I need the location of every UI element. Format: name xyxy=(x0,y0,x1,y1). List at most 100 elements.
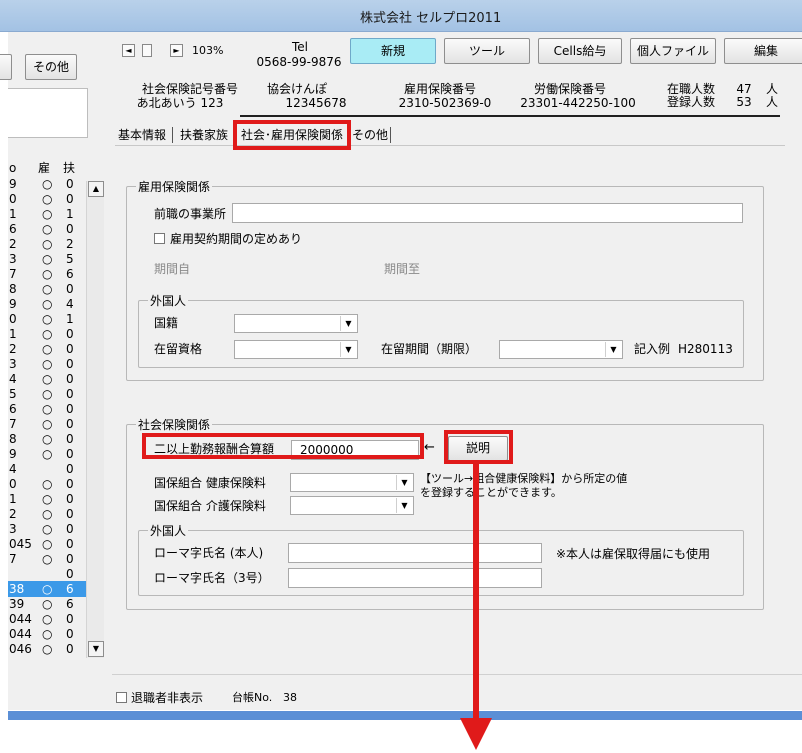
list-scrollbar[interactable]: ▲ ▼ xyxy=(86,181,104,658)
nav-next-button[interactable]: ► xyxy=(170,44,183,57)
care-union-select[interactable]: ▼ xyxy=(290,496,414,515)
dropdown-arrow-icon[interactable]: ▼ xyxy=(340,316,356,331)
list-item-dependents: 0 xyxy=(66,222,74,236)
list-item[interactable]: 1 ○ 0 xyxy=(8,326,88,342)
list-item[interactable]: 3 ○ 0 xyxy=(8,521,88,537)
list-item-employment: ○ xyxy=(42,612,53,626)
registered-count-value: 53 xyxy=(736,95,752,109)
list-item[interactable]: 045 ○ 0 xyxy=(8,536,88,552)
list-item[interactable]: 3 ○ 0 xyxy=(8,356,88,372)
list-item[interactable]: 2 ○ 0 xyxy=(8,341,88,357)
list-item-employment: ○ xyxy=(42,627,53,641)
list-item[interactable]: 6 ○ 0 xyxy=(8,401,88,417)
list-item[interactable]: 9 ○ 0 xyxy=(8,176,88,192)
contract-period-checkbox[interactable] xyxy=(154,233,165,244)
retired-hide-checkbox[interactable] xyxy=(116,692,127,703)
dropdown-arrow-icon[interactable]: ▼ xyxy=(605,342,621,357)
list-item[interactable]: 2 ○ 2 xyxy=(8,236,88,252)
dropdown-arrow-icon[interactable]: ▼ xyxy=(396,498,412,513)
list-item[interactable]: 7 ○ 0 xyxy=(8,551,88,567)
list-item[interactable]: 40 xyxy=(8,461,88,477)
list-item[interactable]: 2 ○ 0 xyxy=(8,506,88,522)
contract-period-label: 雇用契約期間の定めあり xyxy=(170,232,303,246)
stay-period-select[interactable]: ▼ xyxy=(499,340,623,359)
previous-employer-label: 前職の事業所 xyxy=(154,207,227,221)
employment-foreigner-title: 外国人 xyxy=(148,292,189,309)
other-button[interactable]: その他 xyxy=(25,54,77,80)
health-union-select[interactable]: ▼ xyxy=(290,473,414,492)
list-item-no: 0 xyxy=(9,312,17,326)
list-item[interactable]: 7 ○ 0 xyxy=(8,416,88,432)
list-item-dependents: 6 xyxy=(66,582,74,596)
list-item-dependents: 4 xyxy=(66,297,74,311)
list-item[interactable]: 8 ○ 0 xyxy=(8,431,88,447)
list-item-dependents: 0 xyxy=(66,357,74,371)
list-item[interactable]: 7 ○ 6 xyxy=(8,266,88,282)
list-item[interactable]: 8 ○ 0 xyxy=(8,281,88,297)
list-item-dependents: 0 xyxy=(66,402,74,416)
nav-middle-button[interactable] xyxy=(142,44,152,57)
list-item[interactable]: 5 ○ 0 xyxy=(8,386,88,402)
list-item[interactable]: 0 ○ 1 xyxy=(8,311,88,327)
list-item[interactable]: 1 ○ 1 xyxy=(8,206,88,222)
list-item[interactable]: 0 xyxy=(8,566,88,582)
list-item-employment: ○ xyxy=(42,177,53,191)
list-item-employment: ○ xyxy=(42,372,53,386)
new-button[interactable]: 新規 xyxy=(350,38,436,64)
roman-name-input[interactable] xyxy=(288,543,542,563)
list-item-employment: ○ xyxy=(42,192,53,206)
list-item-employment: ○ xyxy=(42,642,53,656)
tab-basic-info[interactable]: 基本情報 xyxy=(118,127,166,143)
list-item[interactable]: 38 ○ 6 xyxy=(8,581,88,597)
list-item-employment: ○ xyxy=(42,237,53,251)
list-item[interactable]: 044 ○ 0 xyxy=(8,611,88,627)
edit-button[interactable]: 編集 xyxy=(724,38,802,64)
list-header-dependents: 扶 xyxy=(63,161,76,175)
dropdown-arrow-icon[interactable]: ▼ xyxy=(396,475,412,490)
left-edge-button[interactable] xyxy=(0,54,12,80)
list-item-employment: ○ xyxy=(42,282,53,296)
scroll-down-arrow-icon[interactable]: ▼ xyxy=(88,641,104,657)
dual-employment-highlight-box xyxy=(142,433,424,459)
list-item[interactable]: 9 ○ 0 xyxy=(8,446,88,462)
list-item[interactable]: 4 ○ 0 xyxy=(8,371,88,387)
list-item-dependents: 0 xyxy=(66,282,74,296)
scroll-up-arrow-icon[interactable]: ▲ xyxy=(88,181,104,197)
tel-number: 0568-99-9876 xyxy=(256,55,342,69)
list-item[interactable]: 6 ○ 0 xyxy=(8,221,88,237)
list-item[interactable]: 046 ○ 0 xyxy=(8,641,88,657)
employed-count-label: 在職人数 xyxy=(666,82,715,96)
list-item-dependents: 0 xyxy=(66,642,74,656)
tab-other[interactable]: その他 xyxy=(352,127,388,143)
list-item-dependents: 0 xyxy=(66,552,74,566)
nationality-select[interactable]: ▼ xyxy=(234,314,358,333)
list-item-dependents: 1 xyxy=(66,312,74,326)
zoom-level: 103% xyxy=(192,44,224,57)
list-item-dependents: 0 xyxy=(66,522,74,536)
list-header-no: o xyxy=(9,161,17,175)
previous-employer-input[interactable] xyxy=(232,203,743,223)
example-value: H280113 xyxy=(678,342,733,356)
list-item[interactable]: 1 ○ 0 xyxy=(8,491,88,507)
list-item[interactable]: 044 ○ 0 xyxy=(8,626,88,642)
list-item[interactable]: 9 ○ 4 xyxy=(8,296,88,312)
list-item-no: 044 xyxy=(9,612,32,626)
cells-payroll-button[interactable]: Cells給与 xyxy=(538,38,622,64)
tab-separator xyxy=(172,127,173,143)
list-item-no: 2 xyxy=(9,237,17,251)
nav-prev-button[interactable]: ◄ xyxy=(122,44,135,57)
window-bottom-bar xyxy=(8,711,802,720)
list-item[interactable]: 0 ○ 0 xyxy=(8,476,88,492)
tools-button[interactable]: ツール xyxy=(444,38,530,64)
tab-highlight-box xyxy=(233,120,351,150)
residence-status-select[interactable]: ▼ xyxy=(234,340,358,359)
personal-file-button[interactable]: 個人ファイル xyxy=(630,38,716,64)
roman-name-3-input[interactable] xyxy=(288,568,542,588)
list-item[interactable]: 39 ○ 6 xyxy=(8,596,88,612)
list-item[interactable]: 0 ○ 0 xyxy=(8,191,88,207)
list-item-dependents: 0 xyxy=(66,627,74,641)
dropdown-arrow-icon[interactable]: ▼ xyxy=(340,342,356,357)
tab-dependents[interactable]: 扶養家族 xyxy=(180,127,228,143)
list-item-employment: ○ xyxy=(42,522,53,536)
list-item[interactable]: 3 ○ 5 xyxy=(8,251,88,267)
